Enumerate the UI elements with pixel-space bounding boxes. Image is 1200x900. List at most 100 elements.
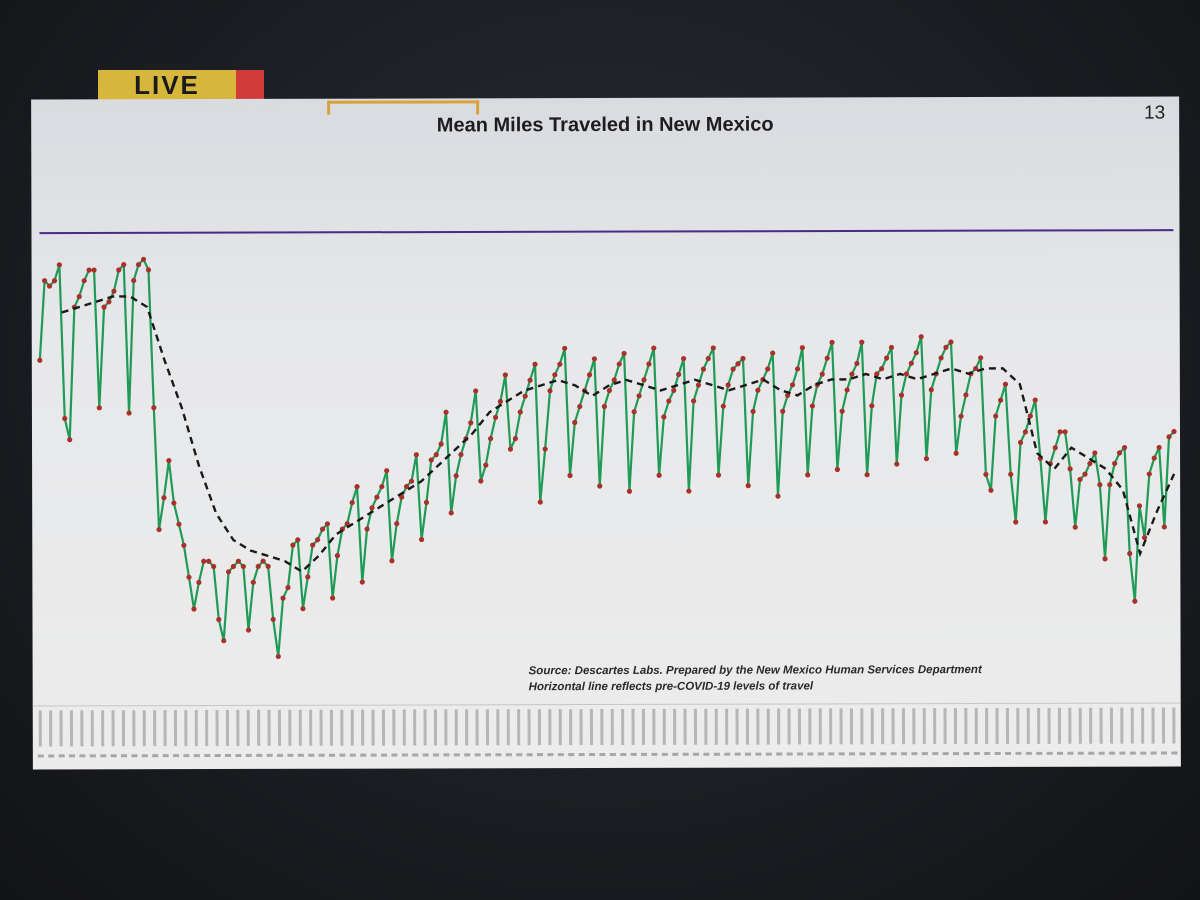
daily-data-point — [676, 371, 682, 378]
daily-data-point — [310, 542, 316, 548]
x-axis-illegible-date-labels — [32, 702, 1181, 771]
daily-data-point — [478, 478, 484, 484]
live-badge: LIVE — [98, 70, 236, 100]
x-weekday-label-illegible — [100, 754, 107, 758]
daily-data-point — [522, 393, 528, 399]
x-tick-label-illegible — [38, 710, 42, 747]
x-weekday-label-illegible — [765, 752, 772, 756]
daily-data-point — [661, 414, 667, 420]
x-weekday-label-illegible — [183, 754, 190, 758]
x-weekday-label-illegible — [245, 753, 252, 757]
daily-data-point — [250, 579, 256, 585]
daily-data-point — [265, 563, 271, 569]
x-weekday-label-illegible — [141, 754, 148, 758]
x-tick-label-illegible — [943, 708, 947, 745]
daily-data-point — [245, 627, 252, 633]
daily-data-point — [492, 414, 499, 420]
x-tick-label-illegible — [1099, 707, 1103, 744]
daily-data-point — [1156, 444, 1162, 451]
daily-data-point — [67, 437, 73, 443]
daily-data-point — [943, 344, 949, 350]
x-tick-label-illegible — [340, 709, 344, 746]
x-tick-label-illegible — [444, 709, 448, 746]
x-tick-label-illegible — [111, 710, 115, 747]
daily-data-point — [586, 372, 593, 378]
daily-data-point — [839, 408, 845, 414]
x-tick-label-illegible — [236, 709, 240, 746]
daily-data-point — [140, 256, 147, 262]
x-tick-label-illegible — [496, 709, 500, 746]
daily-data-point — [151, 405, 157, 411]
daily-data-point — [958, 413, 964, 419]
x-tick-label-illegible — [974, 708, 978, 745]
daily-data-point — [314, 537, 321, 543]
x-weekday-label-illegible — [339, 753, 346, 757]
source-line-2: Horizontal line reflects pre-COVID-19 le… — [528, 680, 814, 694]
x-weekday-label-illegible — [869, 752, 876, 756]
x-weekday-label-illegible — [204, 754, 211, 758]
x-weekday-label-illegible — [672, 752, 679, 756]
daily-data-point — [953, 450, 959, 456]
daily-data-point — [710, 345, 716, 351]
daily-data-point — [611, 377, 617, 383]
x-weekday-label-illegible — [1161, 751, 1168, 755]
x-weekday-label-illegible — [1098, 751, 1105, 755]
daily-data-point — [433, 452, 439, 458]
x-weekday-label-illegible — [859, 752, 866, 756]
daily-data-point — [131, 277, 137, 284]
daily-data-point — [888, 344, 895, 351]
x-weekday-label-illegible — [1057, 751, 1064, 755]
daily-data-point — [799, 345, 805, 351]
x-weekday-label-illegible — [1046, 751, 1053, 755]
x-tick-label-illegible — [849, 708, 854, 745]
daily-data-point — [918, 334, 924, 340]
daily-data-point — [374, 494, 380, 500]
daily-data-point — [720, 403, 726, 409]
daily-data-point — [285, 584, 291, 591]
daily-data-point — [938, 355, 944, 361]
x-tick-label-illegible — [714, 708, 718, 745]
daily-data-point — [126, 410, 132, 416]
x-weekday-label-illegible — [1171, 751, 1178, 755]
x-weekday-label-illegible — [89, 754, 96, 758]
daily-data-point — [686, 488, 692, 494]
daily-data-point — [809, 403, 816, 409]
x-weekday-label-illegible — [703, 752, 710, 756]
x-weekday-label-illegible — [318, 753, 325, 757]
x-weekday-label-illegible — [932, 752, 939, 756]
x-tick-label-illegible — [579, 709, 583, 746]
daily-data-point — [280, 595, 286, 601]
daily-data-point — [116, 267, 122, 273]
x-tick-label-illegible — [413, 709, 417, 746]
daily-data-point — [849, 371, 855, 377]
x-weekday-label-illegible — [1129, 751, 1136, 755]
x-tick-label-illegible — [132, 710, 136, 747]
x-tick-label-illegible — [49, 710, 53, 747]
daily-data-point — [770, 350, 776, 356]
daily-data-point — [597, 483, 603, 489]
daily-data-point — [557, 361, 563, 367]
x-weekday-label-illegible — [453, 753, 460, 757]
x-tick-label-illegible — [381, 709, 386, 746]
daily-data-point — [988, 487, 994, 493]
daily-data-point — [903, 371, 910, 377]
daily-data-point — [983, 471, 989, 478]
daily-data-point — [681, 355, 687, 362]
x-weekday-label-illegible — [516, 753, 523, 757]
daily-data-point — [948, 339, 954, 345]
x-weekday-label-illegible — [287, 753, 294, 757]
x-tick-label-illegible — [735, 708, 739, 745]
daily-data-point — [181, 542, 187, 549]
daily-data-point — [1121, 444, 1128, 451]
daily-data-point — [349, 499, 355, 506]
x-weekday-label-illegible — [381, 753, 388, 757]
x-tick-label-illegible — [1130, 707, 1134, 744]
daily-data-point — [998, 397, 1004, 403]
daily-data-point — [191, 606, 197, 612]
daily-data-point — [775, 493, 781, 499]
x-tick-label-illegible — [153, 710, 157, 747]
x-weekday-label-illegible — [547, 753, 554, 757]
x-tick-label-illegible — [589, 709, 594, 746]
daily-data-point — [1008, 471, 1014, 477]
x-weekday-label-illegible — [1036, 751, 1043, 755]
